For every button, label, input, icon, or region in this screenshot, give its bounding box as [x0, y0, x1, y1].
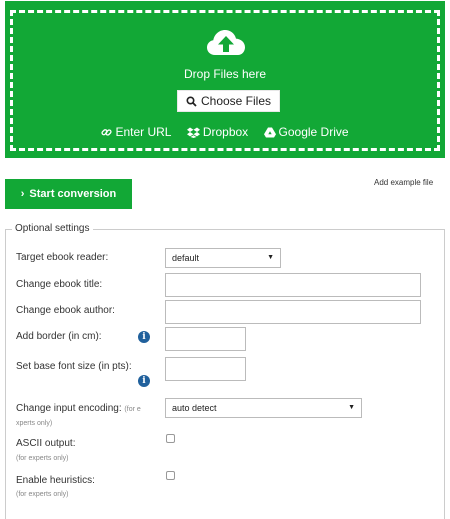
border-info-icon[interactable]: i	[138, 331, 150, 343]
search-icon	[186, 95, 197, 107]
heuristics-checkbox[interactable]	[166, 471, 175, 480]
link-icon	[101, 128, 113, 136]
base-font-size-label: Set base font size (in pts):	[16, 361, 132, 372]
target-reader-value: default	[172, 253, 200, 263]
dropdown-arrow-icon: ▼	[267, 254, 274, 261]
target-reader-select[interactable]: default ▼	[165, 248, 281, 268]
input-encoding-label: Change input encoding: (for e	[16, 403, 141, 414]
input-encoding-value: auto detect	[172, 403, 217, 413]
enter-url-link[interactable]: Enter URL	[101, 125, 171, 139]
upload-sources: Enter URL Dropbox Google Drive	[5, 125, 445, 141]
border-input[interactable]	[165, 327, 246, 351]
ebook-title-label: Change ebook title:	[16, 279, 103, 290]
optional-settings-legend: Optional settings	[12, 223, 93, 234]
ebook-title-input[interactable]	[165, 273, 421, 297]
heuristics-label: Enable heuristics:	[16, 475, 95, 486]
start-conversion-label: Start conversion	[29, 188, 117, 200]
dropdown-arrow-icon: ▼	[348, 404, 355, 411]
dropbox-icon	[186, 127, 200, 138]
choose-files-label: Choose Files	[200, 94, 272, 108]
target-reader-label: Target ebook reader:	[16, 252, 109, 263]
ebook-author-input[interactable]	[165, 300, 421, 324]
google-drive-link[interactable]: Google Drive	[263, 125, 349, 139]
start-conversion-button[interactable]: › Start conversion	[5, 179, 132, 209]
input-encoding-note: (for e	[124, 406, 141, 413]
upload-dropzone[interactable]: Drop Files here Choose Files Enter URL D…	[5, 1, 445, 158]
cloud-upload-icon	[207, 30, 245, 55]
input-encoding-label-text: Change input encoding:	[16, 403, 122, 414]
dropbox-link[interactable]: Dropbox	[186, 125, 249, 139]
chevron-right-icon: ›	[20, 188, 25, 200]
google-drive-label: Google Drive	[278, 125, 349, 139]
drop-files-text: Drop Files here	[183, 67, 267, 81]
dropbox-label: Dropbox	[202, 125, 249, 139]
input-encoding-select[interactable]: auto detect ▼	[165, 398, 362, 418]
ascii-output-checkbox[interactable]	[166, 434, 175, 443]
ascii-output-label: ASCII output:	[16, 438, 76, 449]
base-font-size-input[interactable]	[165, 357, 246, 381]
add-example-file-link[interactable]: Add example file	[374, 178, 433, 187]
enter-url-label: Enter URL	[115, 125, 172, 139]
font-size-info-icon[interactable]: i	[138, 375, 150, 387]
choose-files-button[interactable]: Choose Files	[177, 90, 280, 112]
ascii-output-note: (for experts only)	[16, 455, 69, 462]
ebook-author-label: Change ebook author:	[16, 305, 115, 316]
border-label: Add border (in cm):	[16, 331, 102, 342]
google-drive-icon	[263, 127, 276, 137]
input-encoding-note-continued: xperts only)	[16, 420, 53, 427]
